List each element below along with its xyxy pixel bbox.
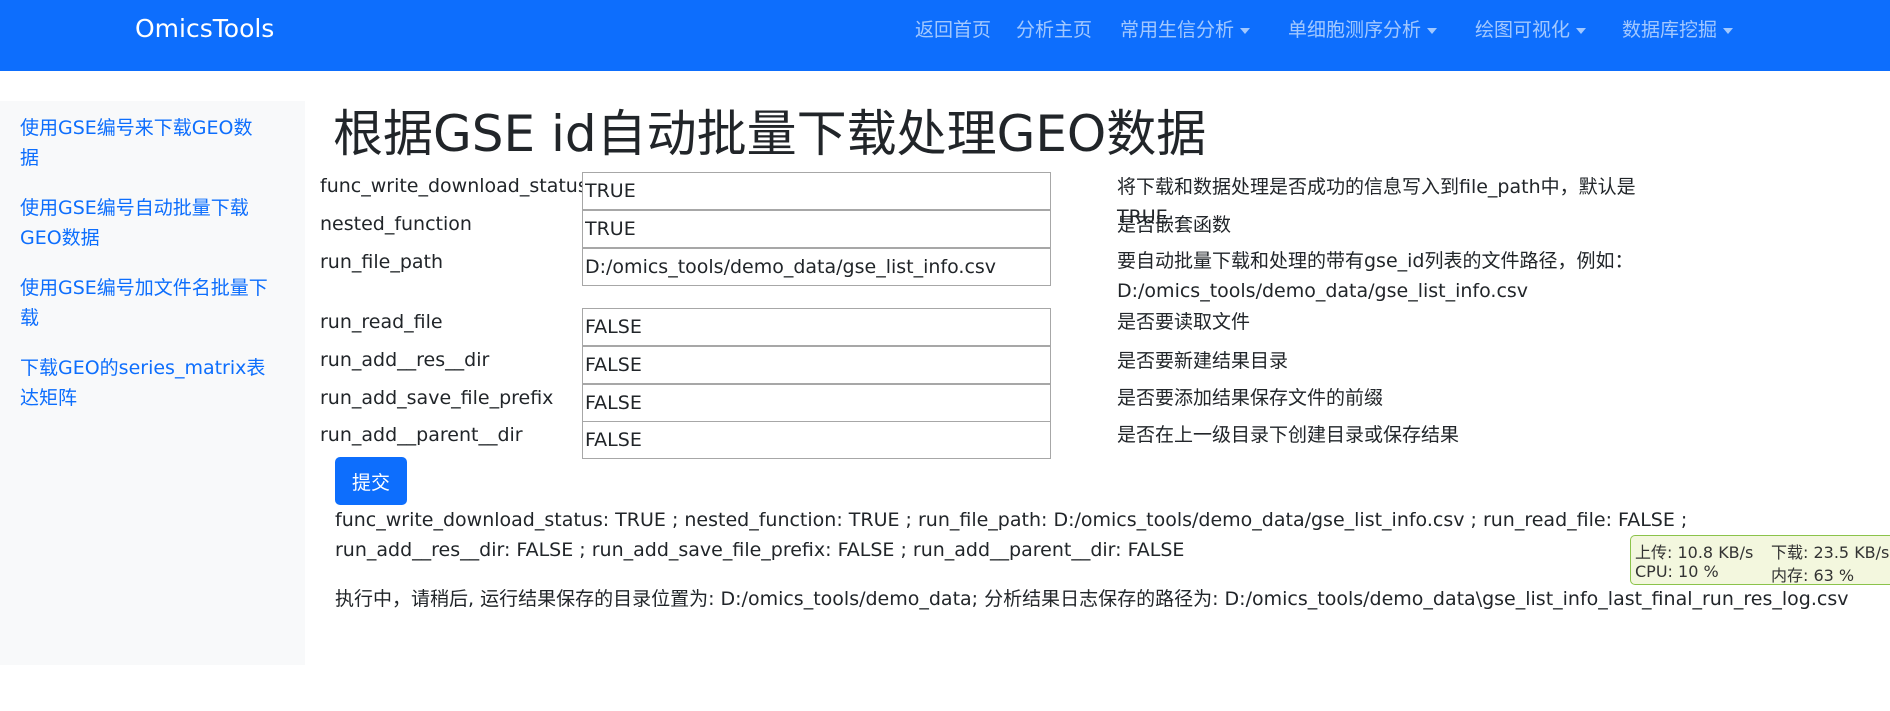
network-monitor-widget: 上传: 10.8 KB/s 下载: 23.5 KB/s CPU: 10 % 内存… xyxy=(1630,535,1890,585)
param-desc-nested-function: 是否嵌套函数 xyxy=(1117,214,1232,236)
caret-down-icon xyxy=(1427,27,1438,34)
param-label-run-file-path: run_file_path xyxy=(320,251,444,273)
param-input-run-add-res-dir[interactable] xyxy=(582,346,1051,384)
param-label-run-read-file: run_read_file xyxy=(320,311,443,333)
param-label-func-write-download-status: func_write_download_status xyxy=(320,175,582,197)
param-label-run-add-parent-dir: run_add__parent__dir xyxy=(320,424,523,446)
nav-dropdown-label: 绘图可视化 xyxy=(1475,19,1571,41)
param-desc-run-add-res-dir: 是否要新建结果目录 xyxy=(1117,350,1289,372)
param-desc-run-add-parent-dir: 是否在上一级目录下创建目录或保存结果 xyxy=(1117,424,1460,446)
param-input-run-read-file[interactable] xyxy=(582,308,1051,346)
sidebar-item-batch-download-with-filename[interactable]: 使用GSE编号加文件名批量下载 xyxy=(20,273,270,333)
nav-analysis-home[interactable]: 分析主页 xyxy=(1016,15,1092,42)
param-input-func-write-download-status[interactable] xyxy=(582,172,1051,210)
cpu-usage: CPU: 10 % xyxy=(1635,562,1719,581)
submit-button[interactable]: 提交 xyxy=(335,457,407,505)
nav-dropdown-common-bioinfo[interactable]: 常用生信分析 xyxy=(1120,15,1251,42)
sidebar: 使用GSE编号来下载GEO数据 使用GSE编号自动批量下载GEO数据 使用GSE… xyxy=(0,101,305,665)
download-speed: 下载: 23.5 KB/s xyxy=(1771,543,1890,562)
brand-logo[interactable]: OmicsTools xyxy=(135,14,274,43)
param-label-nested-function: nested_function xyxy=(320,213,472,235)
param-input-run-add-save-file-prefix[interactable] xyxy=(582,384,1051,422)
sidebar-item-download-gse[interactable]: 使用GSE编号来下载GEO数据 xyxy=(20,113,270,173)
param-desc-run-add-save-file-prefix: 是否要添加结果保存文件的前缀 xyxy=(1117,387,1384,409)
param-desc-run-file-path: 要自动批量下载和处理的带有gse_id列表的文件路径，例如：D:/omics_t… xyxy=(1117,250,1634,302)
result-status: 执行中，请稍后, 运行结果保存的目录位置为: D:/omics_tools/de… xyxy=(335,588,1849,610)
nav-dropdown-database-mining[interactable]: 数据库挖掘 xyxy=(1622,15,1734,42)
top-navbar: OmicsTools 返回首页 分析主页 常用生信分析 单细胞测序分析 绘图可视… xyxy=(0,0,1890,71)
upload-speed: 上传: 10.8 KB/s xyxy=(1635,543,1754,562)
param-label-run-add-save-file-prefix: run_add_save_file_prefix xyxy=(320,387,554,409)
nav-home[interactable]: 返回首页 xyxy=(915,15,991,42)
sidebar-item-series-matrix[interactable]: 下载GEO的series_matrix表达矩阵 xyxy=(20,353,270,413)
nav-dropdown-label: 单细胞测序分析 xyxy=(1288,19,1422,41)
page-title: 根据GSE id自动批量下载处理GEO数据 xyxy=(333,105,1207,163)
memory-usage: 内存: 63 % xyxy=(1771,566,1855,585)
caret-down-icon xyxy=(1576,27,1587,34)
param-input-run-file-path[interactable] xyxy=(582,248,1051,286)
param-input-nested-function[interactable] xyxy=(582,210,1051,248)
param-desc-run-read-file: 是否要读取文件 xyxy=(1117,311,1251,333)
caret-down-icon xyxy=(1240,27,1251,34)
nav-dropdown-label: 数据库挖掘 xyxy=(1622,19,1718,41)
param-input-run-add-parent-dir[interactable] xyxy=(582,421,1051,459)
sidebar-item-batch-download-gse[interactable]: 使用GSE编号自动批量下载GEO数据 xyxy=(20,193,270,253)
caret-down-icon xyxy=(1723,27,1734,34)
param-label-run-add-res-dir: run_add__res__dir xyxy=(320,349,490,371)
nav-dropdown-single-cell[interactable]: 单细胞测序分析 xyxy=(1288,15,1438,42)
nav-dropdown-label: 常用生信分析 xyxy=(1120,19,1235,41)
nav-dropdown-visualization[interactable]: 绘图可视化 xyxy=(1475,15,1587,42)
